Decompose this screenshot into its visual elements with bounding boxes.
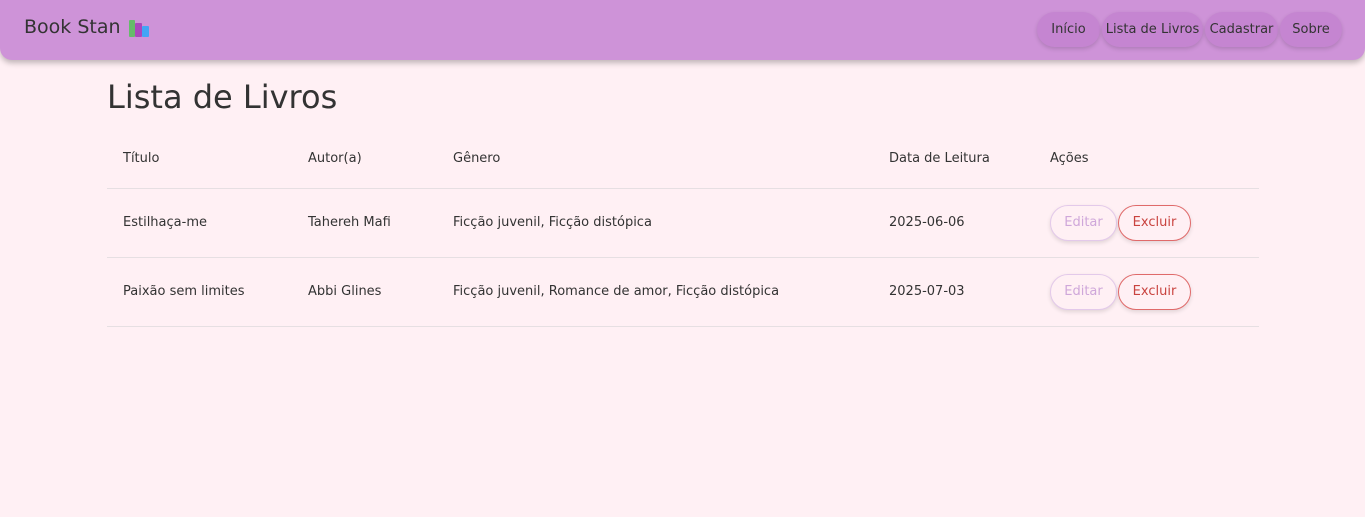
edit-button[interactable]: Editar [1050, 273, 1117, 310]
cell-autor: Tahereh Mafi [292, 188, 437, 258]
cell-acoes: Editar Excluir [1034, 257, 1259, 327]
column-header-acoes: Ações [1034, 130, 1259, 189]
delete-button[interactable]: Excluir [1118, 204, 1191, 241]
edit-button[interactable]: Editar [1050, 204, 1117, 241]
nav-links: Início Lista de Livros Cadastrar Sobre [1037, 12, 1342, 47]
table-row: Estilhaça-me Tahereh Mafi Ficção juvenil… [107, 188, 1259, 258]
cell-acoes: Editar Excluir [1034, 188, 1259, 258]
navbar: Book Stan Início Lista de Livros Cadastr… [0, 0, 1365, 60]
cell-data: 2025-07-03 [873, 257, 1034, 327]
column-header-genero: Gênero [437, 130, 873, 189]
nav-link-lista-de-livros[interactable]: Lista de Livros [1102, 12, 1203, 47]
nav-link-cadastrar[interactable]: Cadastrar [1205, 12, 1278, 47]
books-icon [128, 17, 151, 37]
cell-genero: Ficção juvenil, Romance de amor, Ficção … [437, 257, 873, 327]
column-header-autor: Autor(a) [292, 130, 437, 189]
row-actions: Editar Excluir [1050, 204, 1243, 241]
cell-data: 2025-06-06 [873, 188, 1034, 258]
cell-titulo: Paixão sem limites [107, 257, 292, 327]
nav-link-inicio[interactable]: Início [1037, 12, 1100, 47]
table-header-row: Título Autor(a) Gênero Data de Leitura A… [107, 130, 1259, 189]
column-header-titulo: Título [107, 130, 292, 189]
nav-link-sobre[interactable]: Sobre [1280, 12, 1342, 47]
delete-button[interactable]: Excluir [1118, 273, 1191, 310]
page-title: Lista de Livros [107, 78, 338, 116]
row-actions: Editar Excluir [1050, 273, 1243, 310]
book-table: Título Autor(a) Gênero Data de Leitura A… [107, 130, 1259, 327]
cell-titulo: Estilhaça-me [107, 188, 292, 258]
brand[interactable]: Book Stan [24, 16, 151, 38]
cell-genero: Ficção juvenil, Ficção distópica [437, 188, 873, 258]
table-row: Paixão sem limites Abbi Glines Ficção ju… [107, 257, 1259, 327]
column-header-data-de-leitura: Data de Leitura [873, 130, 1034, 189]
cell-autor: Abbi Glines [292, 257, 437, 327]
brand-name[interactable]: Book Stan [24, 16, 121, 38]
